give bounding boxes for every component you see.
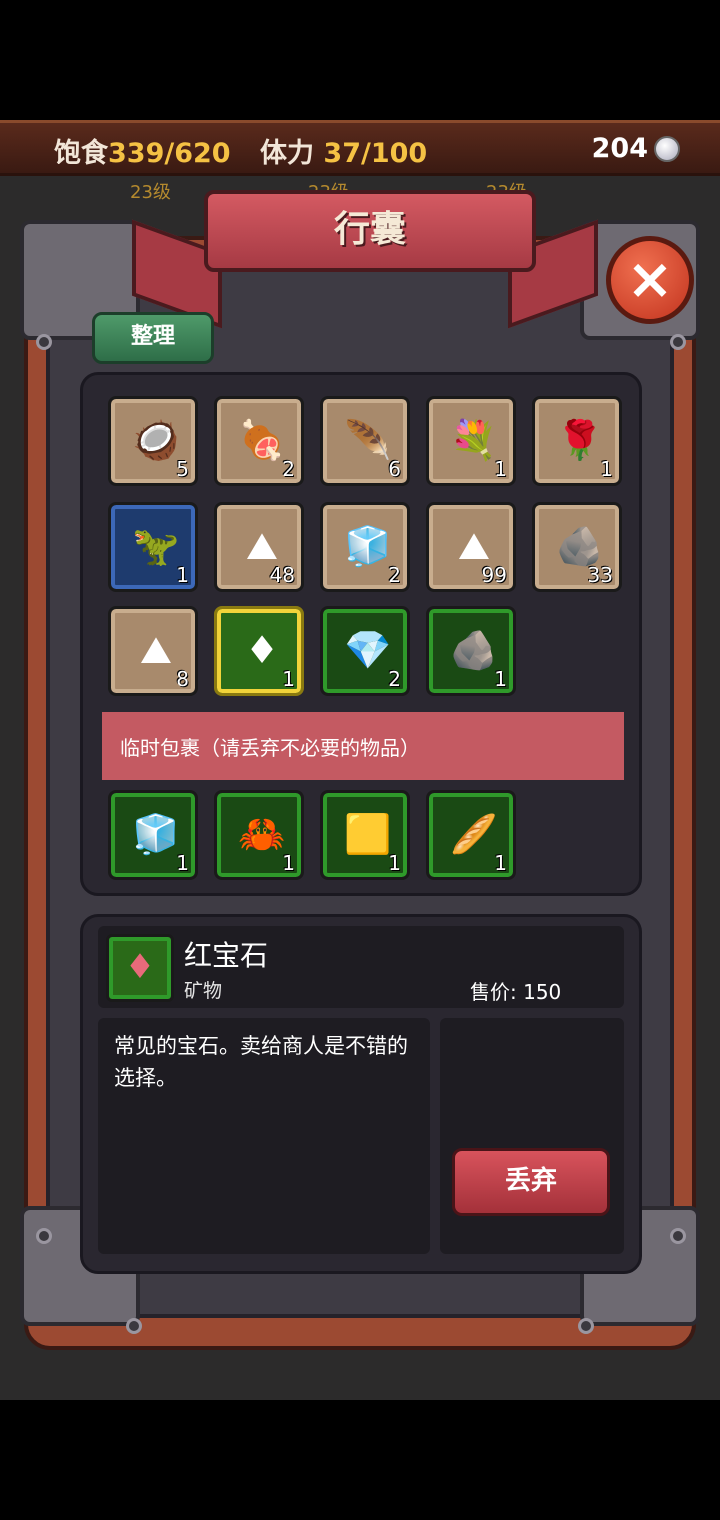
inventory-slot[interactable]: 🌹 1: [532, 396, 622, 486]
bread-icon: 🥖: [450, 811, 498, 856]
inventory-slot[interactable]: ♦ 1: [214, 606, 304, 696]
food-stat: 饱食339/620: [54, 131, 231, 170]
discard-button[interactable]: 丢弃: [452, 1148, 610, 1216]
inventory-slot[interactable]: 💐 1: [426, 396, 516, 486]
inventory-slot[interactable]: 🦖 1: [108, 502, 198, 592]
inventory-slot[interactable]: 🥥 5: [108, 396, 198, 486]
ruby-icon: ♦: [106, 934, 174, 1002]
item-price: 售价: 150: [470, 980, 562, 1004]
item-name: 红宝石: [184, 939, 269, 972]
item-count: 99: [481, 563, 507, 587]
item-count: 1: [600, 457, 613, 481]
item-count: 33: [587, 563, 613, 587]
inventory-slot[interactable]: 🪨 1: [426, 606, 516, 696]
gold-nugget-icon: 🟨: [344, 811, 392, 856]
bolt-icon: [578, 1318, 594, 1334]
temp-slot[interactable]: 🟨 1: [320, 790, 410, 880]
item-count: 2: [388, 667, 401, 691]
green-claw-icon: 🦖: [132, 523, 180, 568]
item-count: 48: [269, 563, 295, 587]
temp-bag-label: 临时包裹（请丢弃不必要的物品）: [120, 736, 420, 760]
bolt-icon: [36, 334, 52, 350]
white-block-icon: 🧊: [344, 523, 392, 568]
item-count: 1: [282, 667, 295, 691]
item-count: 1: [282, 851, 295, 875]
meat-icon: 🍖: [238, 417, 286, 462]
item-count: 1: [494, 457, 507, 481]
green-powder-icon: ⛰: [140, 627, 172, 672]
inventory-slot[interactable]: ⛰ 8: [108, 606, 198, 696]
item-description: 常见的宝石。卖给商人是不错的选择。: [114, 1034, 408, 1090]
panel-title: 行囊: [333, 209, 406, 250]
item-count: 2: [388, 563, 401, 587]
inventory-slot[interactable]: 🧊 2: [320, 502, 410, 592]
inventory-slot[interactable]: 🪶 6: [320, 396, 410, 486]
emerald-icon: 💎: [344, 627, 392, 672]
item-count: 5: [176, 457, 189, 481]
stamina-stat: 体力 37/100: [260, 131, 427, 170]
bolt-icon: [36, 1228, 52, 1244]
item-count: 8: [176, 667, 189, 691]
lily-flower-icon: 💐: [450, 417, 498, 462]
coconut-icon: 🥥: [132, 417, 180, 462]
item-count: 1: [176, 851, 189, 875]
coin-value: 204: [591, 133, 648, 164]
status-bar: 饱食339/620 体力 37/100 204: [0, 120, 720, 176]
ruby-icon: ♦: [244, 628, 280, 672]
item-count: 1: [388, 851, 401, 875]
temp-bag-banner: 临时包裹（请丢弃不必要的物品）: [102, 712, 624, 780]
bolt-icon: [670, 334, 686, 350]
white-block-icon: 🧊: [132, 811, 180, 856]
stamina-label: 体力: [260, 138, 314, 169]
bolt-icon: [126, 1318, 142, 1334]
amber-claw-icon: 🦀: [238, 811, 286, 856]
inventory-slot[interactable]: 💎 2: [320, 606, 410, 696]
blue-feather-icon: 🪶: [344, 417, 392, 462]
food-value: 339/620: [108, 138, 231, 169]
coin-counter: 204: [592, 133, 680, 164]
inventory-slot[interactable]: ⛰ 48: [214, 502, 304, 592]
inventory-slot[interactable]: ⛰ 99: [426, 502, 516, 592]
item-category: 矿物: [184, 980, 223, 1002]
level-label: 23级: [130, 182, 171, 203]
food-label: 饱食: [54, 138, 108, 169]
item-count: 2: [282, 457, 295, 481]
temp-slot[interactable]: 🥖 1: [426, 790, 516, 880]
item-count: 6: [388, 457, 401, 481]
close-icon: ×: [626, 247, 674, 312]
temp-slot[interactable]: 🧊 1: [108, 790, 198, 880]
sort-button[interactable]: 整理: [92, 312, 214, 364]
item-count: 1: [494, 667, 507, 691]
temp-slot[interactable]: 🦀 1: [214, 790, 304, 880]
close-button[interactable]: ×: [606, 236, 694, 324]
item-actions-box: [440, 1018, 624, 1254]
gold-ore-icon: 🪨: [450, 627, 498, 672]
stamina-value: 37/100: [323, 138, 428, 169]
red-rose-icon: 🌹: [556, 417, 604, 462]
item-count: 1: [494, 851, 507, 875]
item-count: 1: [176, 563, 189, 587]
bolt-icon: [670, 1228, 686, 1244]
inventory-slot[interactable]: 🪨 33: [532, 502, 622, 592]
coin-icon: [654, 135, 680, 162]
inventory-slot[interactable]: 🍖 2: [214, 396, 304, 486]
